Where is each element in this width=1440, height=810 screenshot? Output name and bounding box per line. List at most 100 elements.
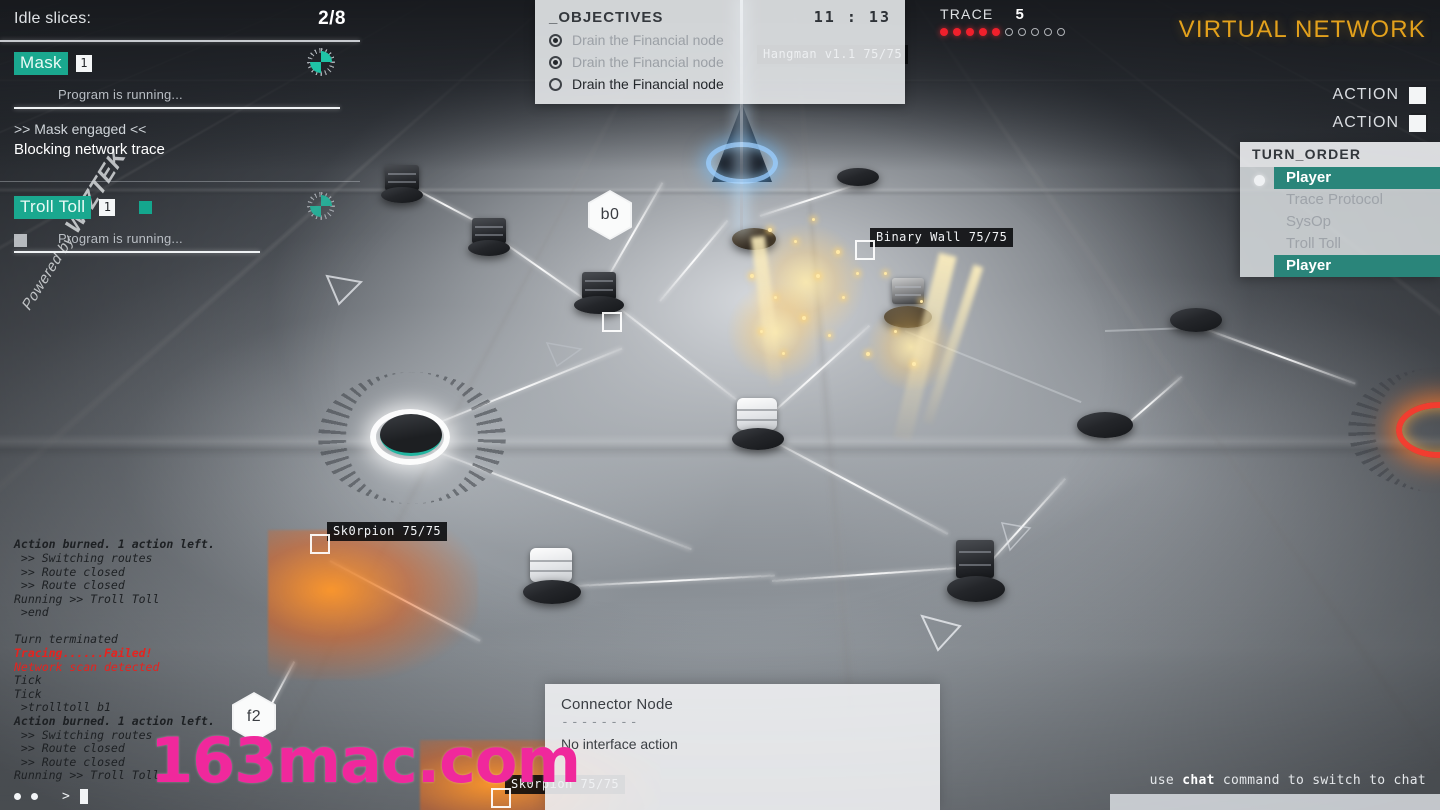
selection-box[interactable]: [855, 240, 875, 260]
program-entry-mask[interactable]: Mask 1 Program is running... >> Mask eng…: [0, 42, 360, 181]
chat-hint: use chat command to switch to chat: [1150, 773, 1426, 788]
chat-input-bar[interactable]: [1110, 794, 1440, 810]
console-line: >> Switching routes: [14, 550, 153, 565]
turn-order-list: Player Trace Protocol SysOp Troll Toll P…: [1240, 167, 1440, 277]
turn-order-item-player[interactable]: Player: [1274, 167, 1440, 189]
pie-wedge-icon: [307, 192, 335, 220]
program-name-troll-toll: Troll Toll: [14, 196, 92, 219]
program-status-mask: Program is running...: [58, 87, 183, 102]
action-box-icon: [1409, 86, 1426, 104]
console-caret: [79, 789, 88, 804]
program-progress-bar: [14, 251, 260, 253]
chat-hint-command: chat: [1182, 773, 1215, 788]
trace-dot-empty: [1044, 28, 1052, 36]
objectives-panel: _OBJECTIVES 11 : 13 Drain the Financial …: [535, 0, 905, 104]
trace-value: 5: [1015, 6, 1024, 23]
nameplate-skorpion-1: Sk0rpion 75/75: [327, 522, 448, 541]
trace-dot-filled: [966, 28, 974, 36]
objective-item: Drain the Financial node: [549, 54, 891, 70]
turn-order-marker-icon: [1254, 175, 1265, 186]
nameplate-binary-wall: Binary Wall 75/75: [870, 228, 1014, 247]
turn-order-panel: TURN_ORDER Player Trace Protocol SysOp T…: [1240, 142, 1440, 277]
objectives-timer: 11 : 13: [813, 8, 891, 26]
action-box-icon: [1409, 114, 1426, 132]
objective-radio-icon: [549, 77, 562, 91]
program-message: Blocking network trace: [14, 141, 165, 158]
console-line: Action burned. 1 action left.: [14, 714, 215, 729]
route-arrow-icon: [545, 342, 583, 368]
tooltip-body: No interface action: [561, 736, 678, 752]
console-line: >> Route closed: [14, 578, 125, 593]
console-line: Tick: [14, 686, 42, 701]
tooltip-title: Connector Node: [561, 696, 674, 713]
console-line: Action burned. 1 action left.: [14, 537, 215, 552]
console-line: Tick: [14, 673, 42, 688]
program-count-mask: 1: [75, 55, 92, 72]
program-header: Mask 1: [0, 48, 360, 76]
trace-dots: [940, 28, 1065, 36]
route-arrow-icon: [325, 274, 364, 306]
console-prompt-char: >: [62, 788, 70, 804]
trace-dot-filled: [940, 28, 948, 36]
route-arrow-icon: [920, 614, 962, 652]
objectives-title: _OBJECTIVES: [549, 9, 664, 26]
console-line-error: Network scan detected: [14, 659, 160, 674]
selection-box[interactable]: [310, 534, 330, 554]
console-line: >> Route closed: [14, 754, 125, 769]
chat-hint-prefix: use: [1149, 773, 1183, 788]
idle-slices-value: 2/8: [318, 8, 346, 29]
program-messages-mask: >> Mask engaged << Blocking network trac…: [0, 109, 360, 173]
trace-dot-filled: [979, 28, 987, 36]
program-header: Troll Toll 1: [0, 192, 360, 220]
objective-label: Drain the Financial node: [572, 54, 724, 70]
console-line: >> Route closed: [14, 741, 125, 756]
objective-item: Drain the Financial node: [549, 32, 891, 48]
program-name-mask: Mask: [14, 52, 68, 75]
route-arrow-icon: [1000, 522, 1032, 552]
console-line: >> Route closed: [14, 564, 125, 579]
objectives-header: _OBJECTIVES 11 : 13: [549, 8, 891, 26]
console-line: Running >> Troll Toll: [14, 591, 160, 606]
objective-item: Drain the Financial node: [549, 76, 891, 92]
selection-box[interactable]: [491, 788, 511, 808]
console-line: Turn terminated: [14, 632, 118, 647]
chat-hint-suffix: command to switch to chat: [1214, 773, 1426, 788]
program-entry-troll-toll[interactable]: Troll Toll 1 Program is running...: [0, 182, 360, 261]
objective-label: Drain the Financial node: [572, 32, 724, 48]
console-log[interactable]: Action burned. 1 action left. >> Switchi…: [0, 538, 310, 810]
action-label: ACTION: [1332, 86, 1399, 103]
turn-order-item-sysop[interactable]: SysOp: [1274, 211, 1440, 233]
action-row[interactable]: ACTION: [1333, 114, 1426, 132]
console-line-error: Tracing......Failed!: [14, 646, 153, 661]
console-line: >> Switching routes: [14, 727, 153, 742]
console-line: Running >> Troll Toll: [14, 768, 160, 783]
console-prompt-row[interactable]: >: [14, 789, 310, 804]
trace-dot-empty: [1057, 28, 1065, 36]
idle-slices-label: Idle slices:: [14, 10, 92, 27]
selection-box[interactable]: [602, 312, 622, 332]
turn-order-item-player-next[interactable]: Player: [1274, 255, 1440, 277]
console-line: >end: [14, 605, 49, 620]
turn-order-item-troll-toll[interactable]: Troll Toll: [1274, 233, 1440, 255]
action-row[interactable]: ACTION: [1333, 86, 1426, 104]
game-screen: Powered by WIZTEK b0 f2 Binary Wall 75/7…: [0, 0, 1440, 810]
page-title: VIRTUAL NETWORK: [1178, 16, 1426, 43]
action-indicators: ACTION ACTION: [1333, 86, 1426, 142]
objective-radio-icon: [549, 33, 562, 47]
trace-dot-filled: [992, 28, 1000, 36]
trace-dot-empty: [1031, 28, 1039, 36]
program-panel: Idle slices: 2/8 Mask 1 Program is runni…: [0, 0, 360, 261]
turn-order-title: TURN_ORDER: [1240, 142, 1440, 167]
program-message: >> Mask engaged <<: [14, 121, 147, 137]
action-label: ACTION: [1332, 114, 1399, 131]
pie-wedge-icon: [307, 48, 335, 76]
hex-node-b0-label: b0: [600, 206, 620, 223]
console-line: >trolltoll b1: [14, 700, 111, 715]
turn-order-item-trace-protocol[interactable]: Trace Protocol: [1274, 189, 1440, 211]
program-status-troll-toll: Program is running...: [58, 231, 183, 246]
console-dot-icon: [31, 793, 38, 800]
objective-label: Drain the Financial node: [572, 76, 724, 92]
trace-dot-empty: [1018, 28, 1026, 36]
console-dot-icon: [14, 793, 21, 800]
